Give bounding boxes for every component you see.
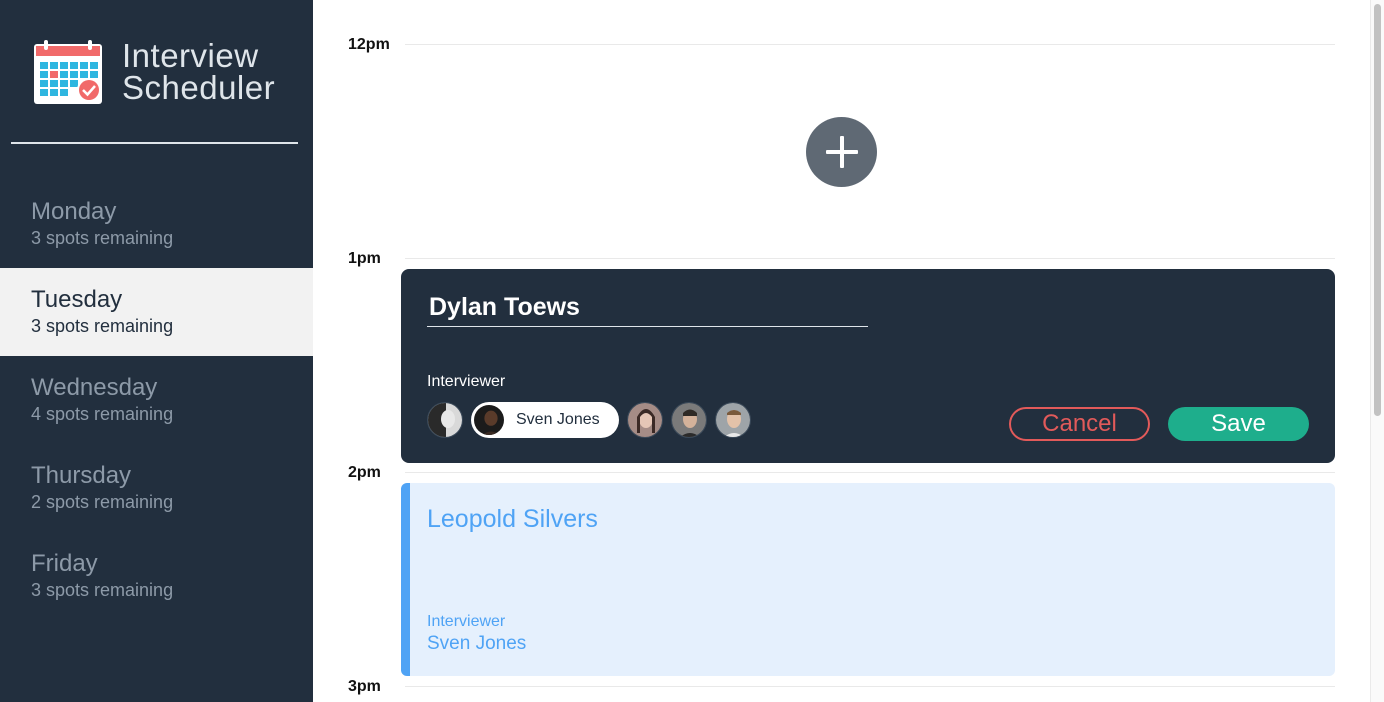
day-item-tuesday[interactable]: Tuesday 3 spots remaining [0,268,313,356]
interviewer-list: Sven Jones [427,402,759,438]
brand: Interview Scheduler [32,38,275,106]
day-name: Friday [31,550,98,577]
day-name: Monday [31,198,117,225]
app-title: Interview Scheduler [122,37,276,106]
avatar-icon [627,403,662,437]
day-item-friday[interactable]: Friday 3 spots remaining [0,532,313,620]
cancel-button[interactable]: Cancel [1009,407,1150,441]
appointment-card[interactable]: Leopold Silvers Interviewer Sven Jones [401,483,1335,676]
time-label-1pm: 1pm [348,250,381,267]
student-name-input[interactable] [427,289,868,327]
save-button[interactable]: Save [1168,407,1309,441]
schedule: 12pm 1pm Interviewer [313,0,1370,702]
sidebar-divider [11,142,298,144]
interviewer-name: Sven Jones [516,411,600,428]
time-divider [405,258,1335,259]
interviewer-avatar[interactable] [626,402,663,438]
day-spots: 4 spots remaining [31,404,174,424]
add-appointment-button[interactable] [806,117,877,187]
interviewer-avatar[interactable] [427,402,463,438]
appointment-interviewer-name: Sven Jones [427,633,527,654]
interviewer-selected[interactable]: Sven Jones [471,402,619,438]
scrollbar-thumb[interactable] [1374,4,1381,416]
interviewer-avatar [472,403,506,437]
day-spots: 2 spots remaining [31,492,174,512]
avatar-icon [671,403,706,437]
avatar-icon [428,403,462,437]
time-label-12pm: 12pm [348,36,390,53]
appointment-form: Interviewer Sven Jones [401,269,1335,463]
time-divider [405,44,1335,45]
calendar-icon [34,40,102,104]
day-item-thursday[interactable]: Thursday 2 spots remaining [0,444,313,532]
day-name: Thursday [31,462,132,489]
app-title-line1: Interview [122,37,259,74]
day-spots: 3 spots remaining [31,580,174,600]
day-item-wednesday[interactable]: Wednesday 4 spots remaining [0,356,313,444]
day-spots: 3 spots remaining [31,316,174,336]
day-list: Monday 3 spots remaining Tuesday 3 spots… [0,180,313,620]
interviewer-avatar[interactable] [670,402,707,438]
interviewer-avatar[interactable] [714,402,751,438]
avatar-icon [715,403,750,437]
interviewer-label: Interviewer [427,373,506,390]
time-divider [405,686,1335,687]
time-label-3pm: 3pm [348,678,381,695]
sidebar: Interview Scheduler Monday 3 spots remai… [0,0,313,702]
appointment-interviewer-label: Interviewer [427,613,506,630]
plus-icon [825,136,858,168]
time-divider [405,472,1335,473]
avatar-icon [474,405,504,435]
day-name: Tuesday [31,286,123,313]
appointment-student: Leopold Silvers [427,505,598,533]
day-item-monday[interactable]: Monday 3 spots remaining [0,180,313,268]
time-label-2pm: 2pm [348,464,381,481]
day-name: Wednesday [31,374,158,401]
day-spots: 3 spots remaining [31,228,174,248]
app-title-line2: Scheduler [122,69,276,106]
